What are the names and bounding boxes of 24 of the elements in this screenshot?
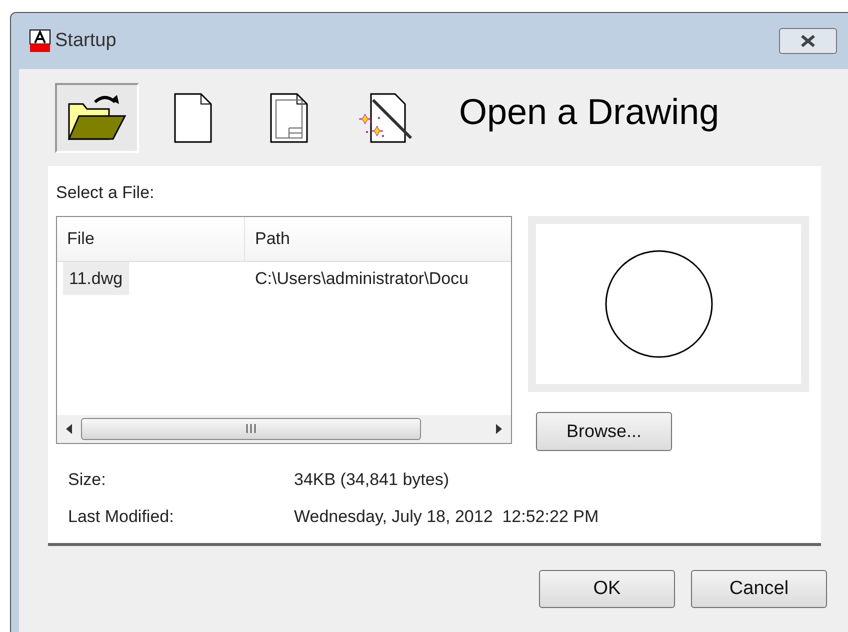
horizontal-scrollbar[interactable] <box>57 414 511 442</box>
mode-tab[interactable] <box>55 82 139 152</box>
file-list-label: Select a File: <box>56 182 156 204</box>
column-header[interactable]: File <box>57 216 245 260</box>
dialog-button[interactable]: Cancel <box>691 570 827 608</box>
wizard-page-icon <box>357 92 413 144</box>
close-button[interactable] <box>779 28 837 54</box>
grip-icon <box>246 424 256 433</box>
close-icon <box>800 35 816 47</box>
scroll-left-icon[interactable] <box>65 424 73 434</box>
scrollbar-thumb[interactable] <box>81 418 421 440</box>
path-cell-text: C:\Users\administrator\Docu <box>254 268 469 290</box>
window-title: Startup <box>55 28 116 53</box>
page-heading: Open a Drawing <box>459 90 720 134</box>
file-name-cell[interactable]: 11.dwg <box>63 262 129 296</box>
dialog-button[interactable]: OK <box>539 570 675 608</box>
detail-value: 34KB (34,841 bytes) <box>294 468 450 490</box>
column-header[interactable]: Path <box>245 216 511 260</box>
detail-label: Size: <box>68 468 107 490</box>
browse-button[interactable]: Browse... <box>536 412 672 450</box>
detail-value: Wednesday, July 18, 2012 12:52:22 PM <box>294 506 600 528</box>
detail-label: Last Modified: <box>68 506 175 528</box>
app-logo-icon <box>29 29 51 53</box>
scroll-right-icon[interactable] <box>495 424 503 434</box>
